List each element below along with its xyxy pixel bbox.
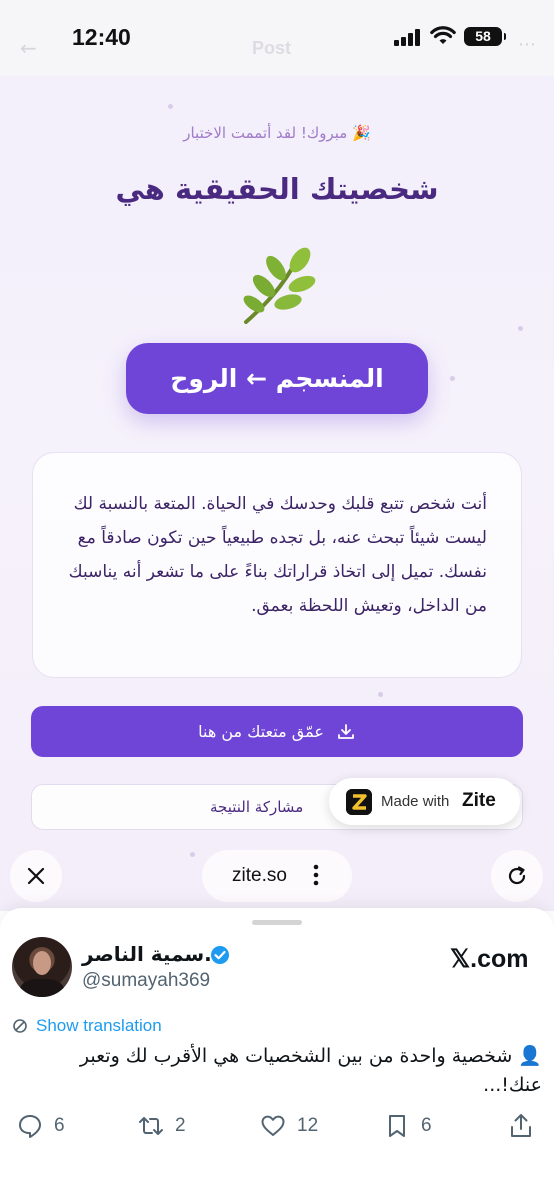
congrats-text: 🎉 مبروك! لقد أتممت الاختبار <box>183 124 371 142</box>
share-upload-icon <box>511 1114 531 1137</box>
heart-icon <box>261 1115 285 1136</box>
bookmark-button[interactable]: 6 <box>383 1112 432 1140</box>
leaf-icon <box>243 247 316 324</box>
ghost-page-title: Post <box>252 38 292 58</box>
battery-icon: 58 <box>464 27 506 46</box>
show-translation-link[interactable]: Show translation <box>12 1016 162 1036</box>
tweet-text: 👤 شخصية واحدة من بين الشخصيات هي الأقرب … <box>79 1045 542 1096</box>
verified-badge-icon <box>211 946 229 964</box>
close-icon <box>27 867 45 885</box>
dig-deeper-button[interactable]: عمّق متعتك من هنا <box>31 706 523 757</box>
dig-deeper-label: عمّق متعتك من هنا <box>198 722 324 741</box>
share-result-label: مشاركة النتيجة <box>210 798 304 816</box>
x-site-label: 𝕏.com <box>450 945 529 973</box>
personality-description: أنت شخص تتبع قلبك وحدسك في الحياة. المتع… <box>68 494 487 616</box>
url-bar[interactable]: zite.so <box>202 850 352 902</box>
like-count: 12 <box>297 1115 319 1136</box>
author-handle[interactable]: @sumayah369 <box>82 970 210 992</box>
made-with-label: Made with <box>381 793 450 810</box>
vertical-more-icon[interactable] <box>312 863 320 887</box>
bookmark-icon <box>389 1115 405 1137</box>
show-translation-label: Show translation <box>36 1016 162 1035</box>
reply-count: 6 <box>54 1115 65 1136</box>
author-display-name[interactable]: د.سمية الناصر <box>82 942 222 966</box>
zite-brand-name: Zite <box>462 790 496 811</box>
personality-type-badge: المنسجم ← الروح <box>126 343 428 414</box>
status-bar: ← Post ⋯ 12:40 58 <box>0 0 554 76</box>
tweet-sheet: د.سمية الناصر @sumayah369 𝕏.com Show tra… <box>0 908 554 1200</box>
avatar[interactable] <box>12 937 72 997</box>
result-title: شخصيتك الحقيقية هي <box>115 172 439 206</box>
share-tweet-button[interactable] <box>507 1112 535 1140</box>
repost-count: 2 <box>175 1115 186 1136</box>
tweet-actions: 6 2 12 6 <box>0 1112 554 1146</box>
cellular-signal-icon <box>394 28 422 46</box>
reload-button[interactable] <box>491 850 543 902</box>
url-text: zite.so <box>232 865 287 886</box>
reply-button[interactable]: 6 <box>16 1112 65 1140</box>
bookmark-count: 6 <box>421 1115 432 1136</box>
reload-icon <box>508 866 526 885</box>
description-card: أنت شخص تتبع قلبك وحدسك في الحياة. المتع… <box>32 452 522 678</box>
sheet-grabber[interactable] <box>252 920 302 925</box>
zite-logo-icon <box>346 789 372 815</box>
repost-button[interactable]: 2 <box>137 1112 186 1140</box>
wifi-icon <box>430 26 456 44</box>
like-button[interactable]: 12 <box>259 1112 318 1140</box>
web-content: 🎉 مبروك! لقد أتممت الاختبار شخصيتك الحقي… <box>0 76 554 911</box>
reply-icon <box>19 1115 41 1138</box>
status-time: 12:40 <box>72 24 131 50</box>
repost-icon <box>139 1117 163 1135</box>
made-with-zite-badge[interactable]: Made with Zite <box>329 778 520 825</box>
close-browser-button[interactable] <box>10 850 62 902</box>
download-icon <box>337 723 354 739</box>
more-icon[interactable]: ⋯ <box>518 34 536 55</box>
translate-icon <box>13 1019 27 1033</box>
back-arrow-icon[interactable]: ← <box>20 36 37 60</box>
